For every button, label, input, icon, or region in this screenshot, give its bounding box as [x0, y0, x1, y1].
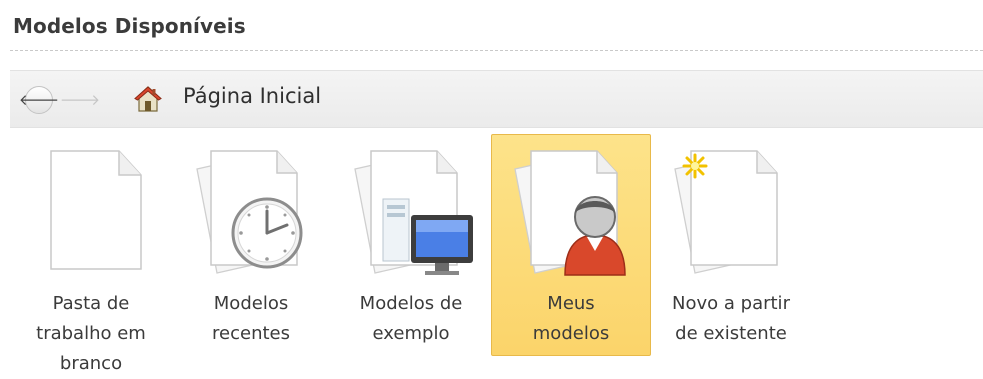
breadcrumb[interactable]: Página Inicial [183, 84, 321, 108]
template-label: Meus modelos [532, 293, 610, 344]
recent-templates-icon [196, 150, 303, 274]
template-label: Modelos recentes [212, 293, 290, 344]
my-templates-icon [514, 150, 626, 276]
back-arrow-icon: 🡐 [18, 90, 60, 109]
template-label: Novo a partir de existente [672, 293, 790, 344]
navigation-bar: 🡐 🡒 Página Inicial [10, 70, 983, 128]
template-tile-my-templates[interactable]: Meus modelos [491, 134, 651, 356]
template-tile-recent-templates[interactable]: Modelos recentes [171, 134, 331, 356]
template-label: Pasta de trabalho em branco [36, 293, 146, 374]
back-button[interactable]: 🡐 [19, 86, 59, 114]
blank-workbook-icon [50, 150, 142, 270]
section-title: Modelos Disponíveis [13, 14, 246, 38]
forward-arrow-icon: 🡒 [59, 90, 101, 109]
template-tile-blank-workbook[interactable]: Pasta de trabalho em branco [11, 134, 171, 374]
template-label: Modelos de exemplo [359, 293, 463, 344]
template-tile-sample-templates[interactable]: Modelos de exemplo [331, 134, 491, 356]
section-divider [10, 50, 983, 51]
home-icon[interactable] [134, 85, 162, 113]
sample-templates-icon [354, 150, 473, 275]
new-from-existing-icon [674, 150, 778, 274]
template-tile-new-from-existing[interactable]: Novo a partir de existente [651, 134, 811, 356]
forward-button[interactable]: 🡒 [60, 86, 100, 114]
